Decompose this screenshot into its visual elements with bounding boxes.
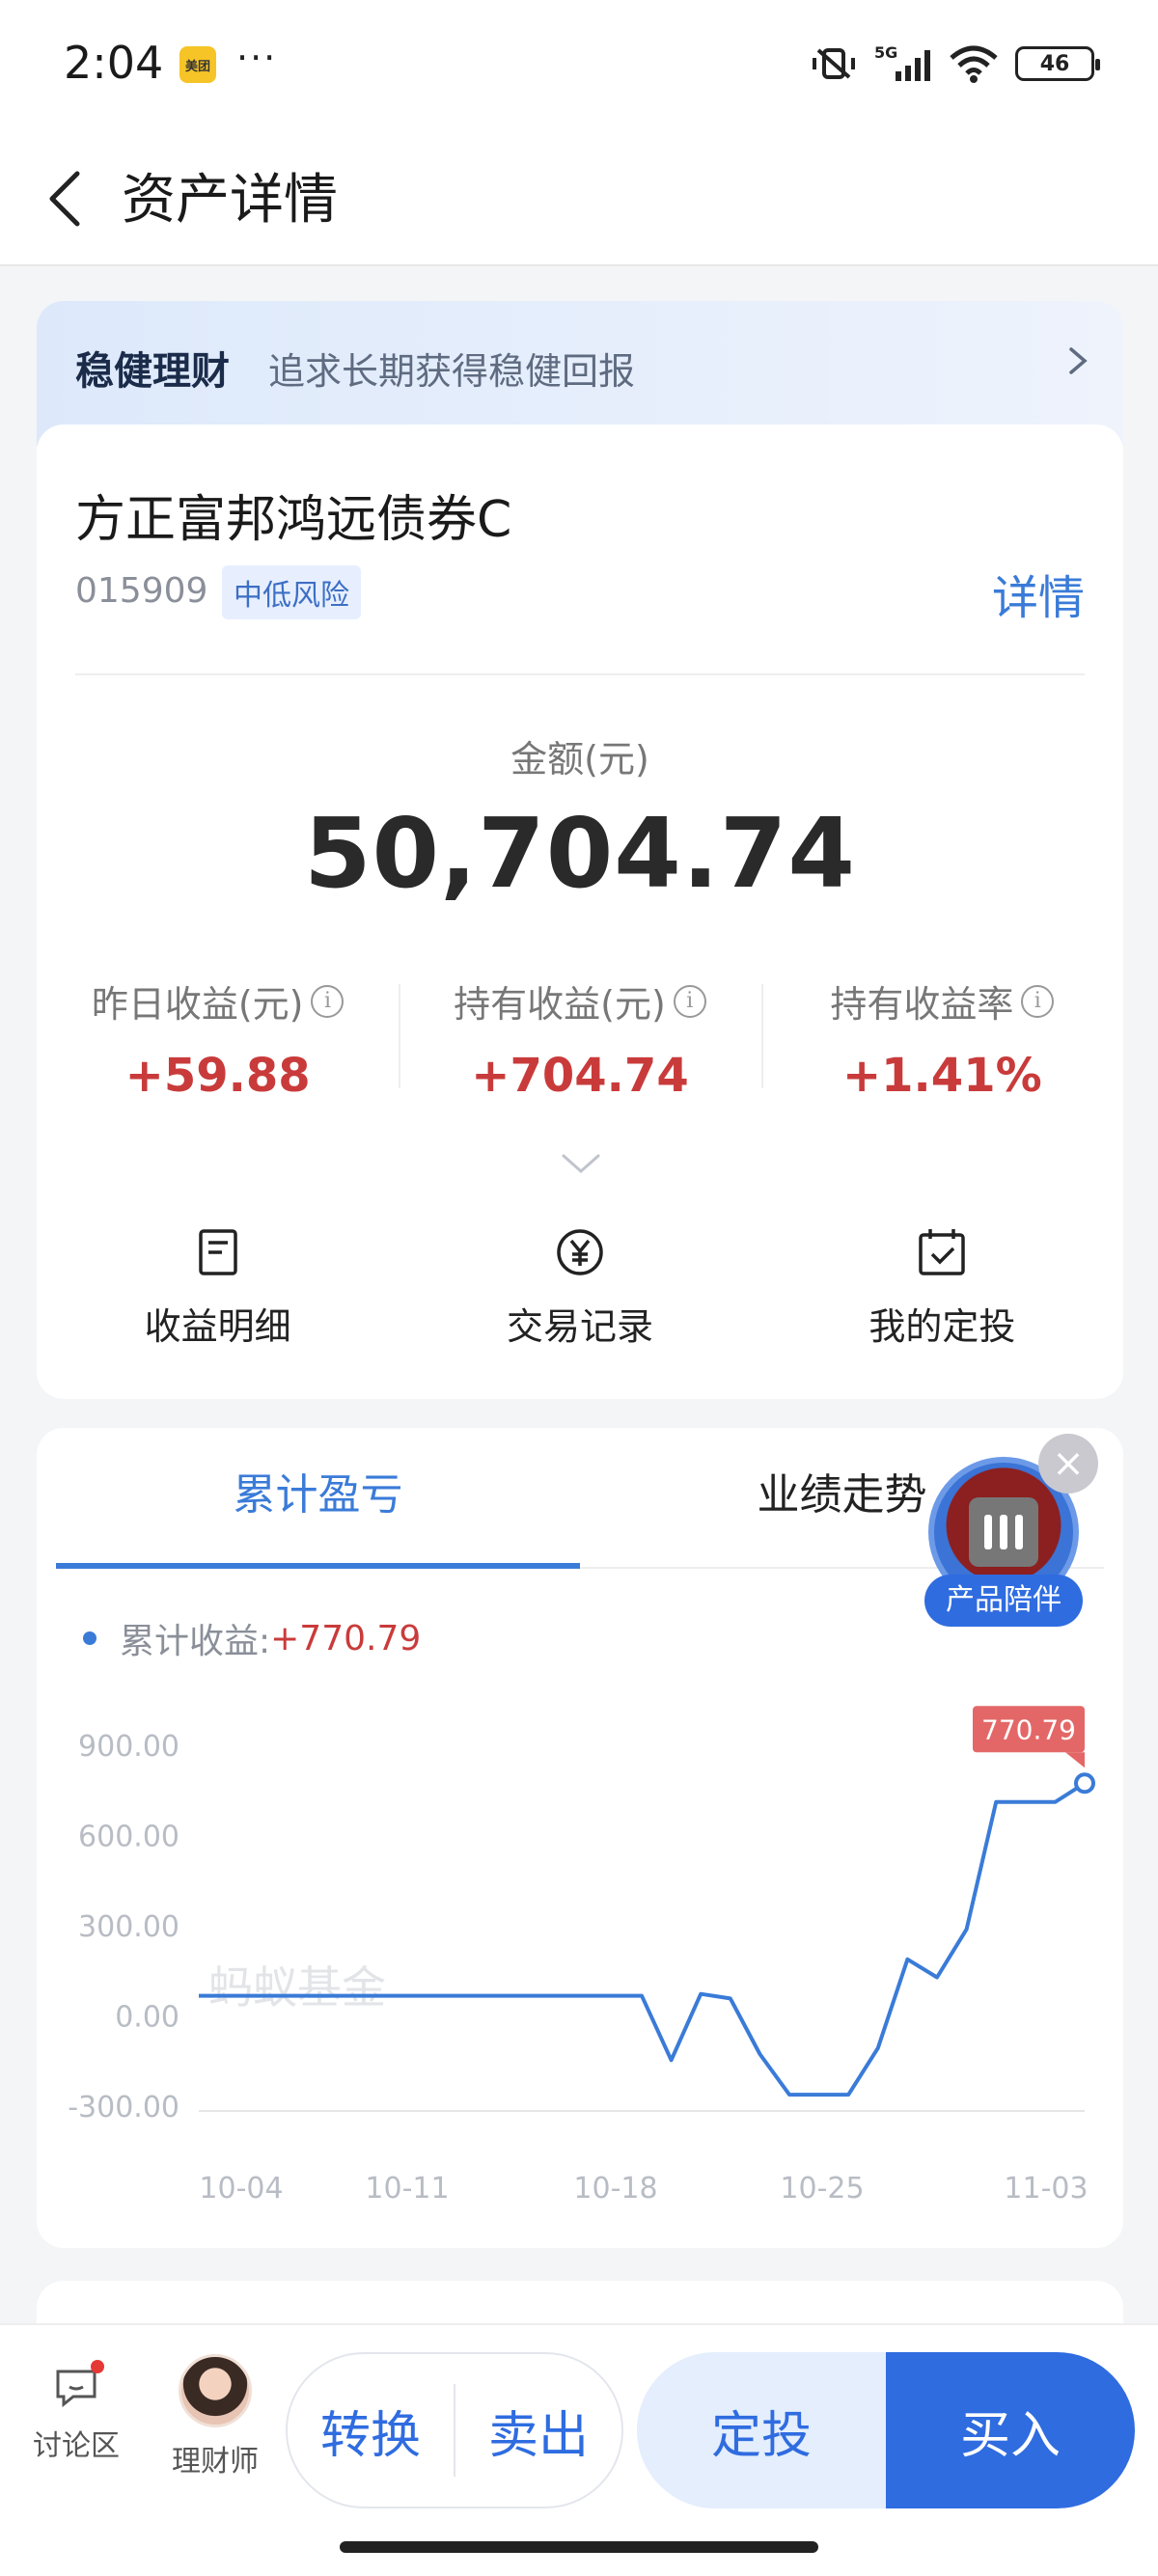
x-tick-label: 10-04 bbox=[199, 2172, 283, 2206]
legend-value: +770.79 bbox=[270, 1618, 422, 1658]
stat-holding-rate: 持有收益率 i +1.41% bbox=[760, 974, 1123, 1103]
info-icon[interactable]: i bbox=[311, 984, 345, 1018]
earnings-stats: 昨日收益(元) i +59.88 持有收益(元) i +704.74 持有收益率… bbox=[37, 974, 1123, 1103]
x-tick-label: 10-25 bbox=[780, 2172, 864, 2206]
y-tick-label: -300.00 bbox=[68, 2091, 179, 2124]
tab-cumulative-pnl[interactable]: 累计盈亏 bbox=[56, 1428, 580, 1569]
status-more-icon: ··· bbox=[236, 37, 278, 79]
banner-subtitle: 追求长期获得稳健回报 bbox=[268, 350, 636, 393]
x-tick-label: 10-18 bbox=[573, 2172, 657, 2206]
last-value-pointer bbox=[1065, 1752, 1085, 1768]
amount-label: 金额(元) bbox=[510, 738, 649, 781]
y-tick-label: 600.00 bbox=[78, 1821, 179, 1854]
discussion-label: 讨论区 bbox=[33, 2429, 120, 2463]
amount-value: 50,704.74 bbox=[303, 797, 857, 910]
info-icon[interactable]: i bbox=[673, 984, 706, 1018]
x-tick-label: 11-03 bbox=[1004, 2172, 1088, 2206]
divider bbox=[75, 673, 1085, 675]
income-detail-button[interactable]: 收益明细 bbox=[37, 1225, 399, 1360]
status-time: 2:04 bbox=[64, 37, 164, 89]
stat-label: 持有收益率 bbox=[830, 983, 1014, 1026]
chevron-right-icon bbox=[1069, 347, 1088, 374]
notification-dot bbox=[91, 2360, 104, 2373]
stat-value: +704.74 bbox=[471, 1049, 689, 1103]
chart-watermark: 蚂蚁基金 bbox=[208, 1961, 386, 2014]
bottom-action-bar: 讨论区 理财师 转换 卖出 定投 买入 bbox=[0, 2323, 1158, 2576]
sip-button[interactable]: 定投 bbox=[637, 2352, 886, 2508]
close-icon[interactable]: × bbox=[1038, 1434, 1098, 1494]
convert-button[interactable]: 转换 bbox=[288, 2395, 454, 2467]
wifi-icon bbox=[950, 45, 998, 83]
calendar-check-icon bbox=[919, 1229, 966, 1275]
stat-value: +1.41% bbox=[841, 1049, 1042, 1103]
advisor-avatar bbox=[179, 2354, 252, 2427]
y-tick-label: 0.00 bbox=[115, 2001, 179, 2035]
chevron-down-icon[interactable] bbox=[558, 1150, 604, 1177]
chat-bubble-icon bbox=[52, 2360, 104, 2412]
chart-legend: 累计收益: +770.79 bbox=[83, 1613, 421, 1663]
action-row: 收益明细 交易记录 我的定投 bbox=[37, 1225, 1123, 1360]
document-icon bbox=[198, 1229, 237, 1275]
advisor-button[interactable]: 理财师 bbox=[162, 2354, 268, 2480]
stat-yesterday: 昨日收益(元) i +59.88 bbox=[37, 974, 399, 1103]
y-tick-label: 300.00 bbox=[78, 1910, 179, 1944]
fund-name: 方正富邦鸿远债券C bbox=[75, 491, 512, 549]
home-indicator[interactable] bbox=[340, 2541, 818, 2553]
last-point-marker bbox=[1074, 1772, 1095, 1795]
fund-detail-link[interactable]: 详情 bbox=[992, 560, 1085, 627]
banner-title: 稳健理财 bbox=[75, 349, 230, 394]
action-label: 交易记录 bbox=[506, 1305, 653, 1348]
legend-dot bbox=[83, 1631, 96, 1645]
y-tick-label: 900.00 bbox=[78, 1730, 179, 1764]
stat-value: +59.88 bbox=[124, 1049, 311, 1103]
cumulative-pnl-chart[interactable]: 900.00 600.00 300.00 0.00 -300.00 蚂蚁基金 10-04 10… bbox=[37, 1679, 1123, 2248]
bars-icon bbox=[969, 1497, 1038, 1567]
action-label: 我的定投 bbox=[868, 1305, 1016, 1348]
series-line bbox=[199, 1781, 1087, 2097]
my-sip-button[interactable]: 我的定投 bbox=[761, 1225, 1123, 1360]
legend-label: 累计收益: bbox=[120, 1622, 271, 1661]
stat-label: 持有收益(元) bbox=[454, 983, 666, 1026]
product-companion-label[interactable]: 产品陪伴 bbox=[924, 1575, 1083, 1627]
transaction-record-button[interactable]: 交易记录 bbox=[399, 1225, 760, 1360]
buy-button[interactable]: 买入 bbox=[886, 2352, 1135, 2508]
signal-5g-icon: 5G bbox=[874, 43, 930, 81]
risk-level-badge: 中低风险 bbox=[222, 565, 361, 619]
action-label: 收益明细 bbox=[144, 1305, 291, 1348]
discussion-button[interactable]: 讨论区 bbox=[23, 2360, 129, 2464]
convert-sell-group: 转换 卖出 bbox=[286, 2352, 623, 2508]
page-header: 资产详情 bbox=[0, 131, 1158, 266]
network-label: 5G bbox=[874, 43, 897, 62]
stat-holding-income: 持有收益(元) i +704.74 bbox=[399, 974, 760, 1103]
fund-code: 015909 bbox=[75, 571, 208, 611]
meituan-app-icon: 美团 bbox=[179, 46, 216, 83]
asset-card: 方正富邦鸿远债券C 015909 中低风险 详情 金额(元) 50,704.74… bbox=[37, 425, 1123, 1399]
status-bar: 2:04 美团 ··· 5G 46 bbox=[0, 0, 1158, 131]
sip-buy-group: 定投 买入 bbox=[637, 2352, 1135, 2508]
page-title: 资产详情 bbox=[122, 169, 338, 232]
info-icon[interactable]: i bbox=[1021, 984, 1055, 1018]
status-icons: 5G 46 bbox=[809, 42, 1100, 85]
back-arrow-icon[interactable] bbox=[35, 160, 112, 237]
stat-label: 昨日收益(元) bbox=[91, 983, 304, 1026]
yen-circle-icon bbox=[557, 1229, 603, 1275]
advisor-label: 理财师 bbox=[172, 2445, 259, 2479]
mute-vibrate-icon bbox=[813, 48, 855, 79]
battery-indicator: 46 bbox=[1015, 46, 1100, 81]
sell-button[interactable]: 卖出 bbox=[455, 2395, 621, 2467]
x-tick-label: 10-11 bbox=[365, 2172, 449, 2206]
last-value-label: 770.79 bbox=[981, 1713, 1076, 1745]
